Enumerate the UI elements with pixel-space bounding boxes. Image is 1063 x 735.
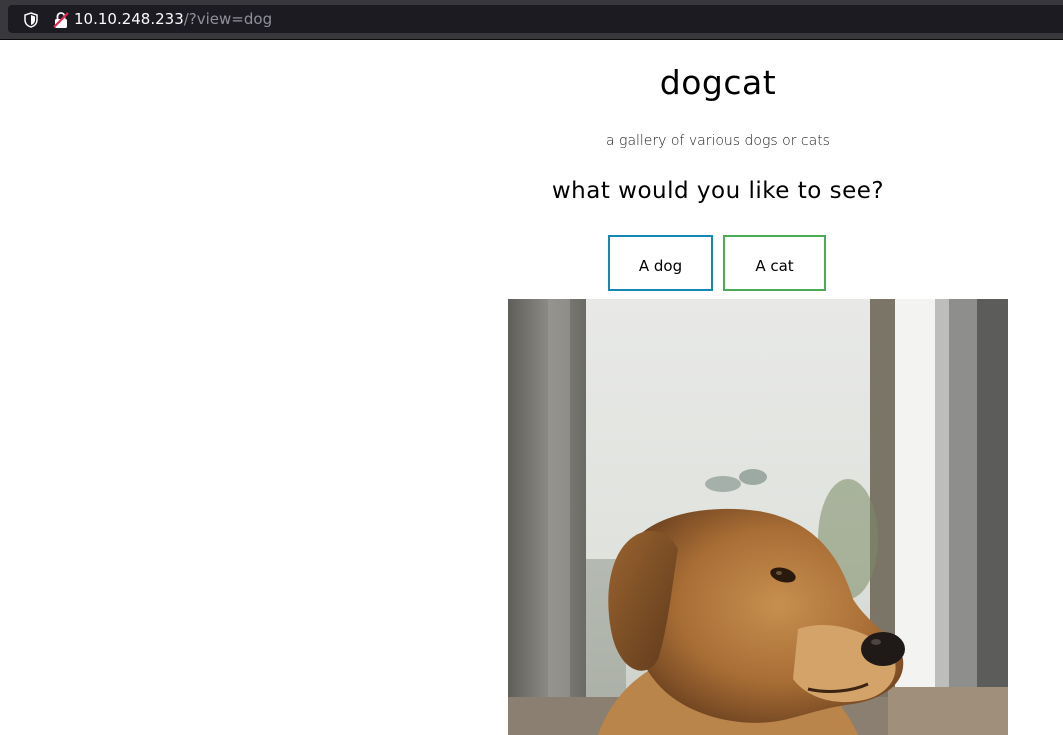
url-host: 10.10.248.233 <box>74 10 184 28</box>
insecure-lock-icon[interactable] <box>52 11 70 29</box>
browser-url-bar: 10.10.248.233/?view=dog <box>0 0 1063 40</box>
shield-icon[interactable] <box>24 12 38 28</box>
address-field[interactable]: 10.10.248.233/?view=dog <box>8 5 1063 33</box>
dog-photo <box>508 299 1008 735</box>
question-heading: what would you like to see? <box>551 178 885 204</box>
dog-button[interactable]: A dog <box>608 235 713 291</box>
dog-photo-illustration <box>508 299 1008 735</box>
cat-button[interactable]: A cat <box>723 235 826 291</box>
page-title: dogcat <box>659 63 777 102</box>
url-path: /?view=dog <box>183 10 273 28</box>
page-subtitle: a gallery of various dogs or cats <box>606 133 830 149</box>
url-text[interactable]: 10.10.248.233/?view=dog <box>74 10 272 28</box>
